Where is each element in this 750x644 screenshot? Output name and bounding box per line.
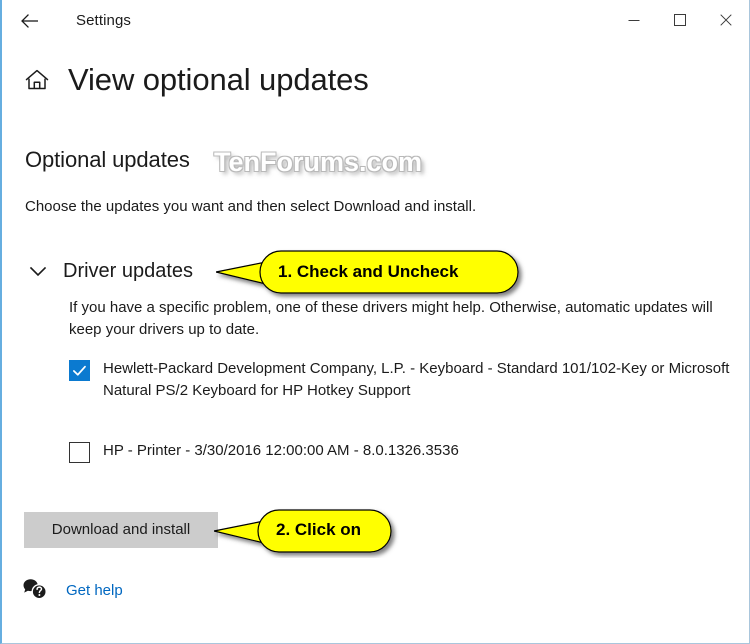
title-bar: Settings [2,0,749,41]
page-title: View optional updates [68,62,369,97]
checkmark-icon [73,365,86,376]
section-heading: Optional updates [25,147,190,172]
back-arrow-icon [21,13,38,28]
minimize-icon [628,20,640,21]
close-icon [720,14,732,26]
home-button[interactable] [20,67,54,93]
maximize-button[interactable] [657,0,703,40]
callout-bubble-icon [215,250,519,294]
driver-updates-title: Driver updates [63,259,194,282]
intro-text: Choose the updates you want and then sel… [25,198,477,215]
update-checkbox-keyboard[interactable] [69,360,90,381]
maximize-icon [674,14,686,26]
update-checkbox-printer[interactable] [69,442,90,463]
caption-button-group [611,0,749,40]
help-icon-wrap [20,578,50,602]
help-bubble-icon [23,579,47,600]
update-label-printer: HP - Printer - 3/30/2016 12:00:00 AM - 8… [103,442,459,459]
back-button[interactable] [7,2,53,40]
watermark: TenForums.com [214,147,423,177]
driver-updates-group-header[interactable]: Driver updates [25,258,193,284]
page-header: View optional updates [2,62,369,98]
driver-updates-description: If you have a specific problem, one of t… [69,299,713,338]
close-button[interactable] [703,0,749,40]
callout-label: 1. Check and Uncheck [278,262,459,281]
update-item-row[interactable]: HP - Printer - 3/30/2016 12:00:00 AM - 8… [69,440,734,463]
get-help-link[interactable]: Get help [66,582,123,599]
update-label-keyboard: Hewlett-Packard Development Company, L.P… [103,360,730,399]
download-and-install-button[interactable]: Download and install [24,512,218,548]
callout-label: 2. Click on [276,520,362,539]
chevron-down-button[interactable] [25,258,51,284]
window-title: Settings [76,12,131,29]
minimize-button[interactable] [611,0,657,40]
home-icon [25,69,49,90]
callout-check-and-uncheck: 1. Check and Uncheck [215,248,526,300]
callout-bubble-icon [213,509,392,553]
chevron-down-icon [29,266,47,277]
update-item-row[interactable]: Hewlett-Packard Development Company, L.P… [69,358,734,402]
settings-window: Settings View optional updates Optional … [0,0,750,644]
callout-click-on: 2. Click on [213,506,399,558]
get-help-group[interactable]: Get help [20,578,123,602]
